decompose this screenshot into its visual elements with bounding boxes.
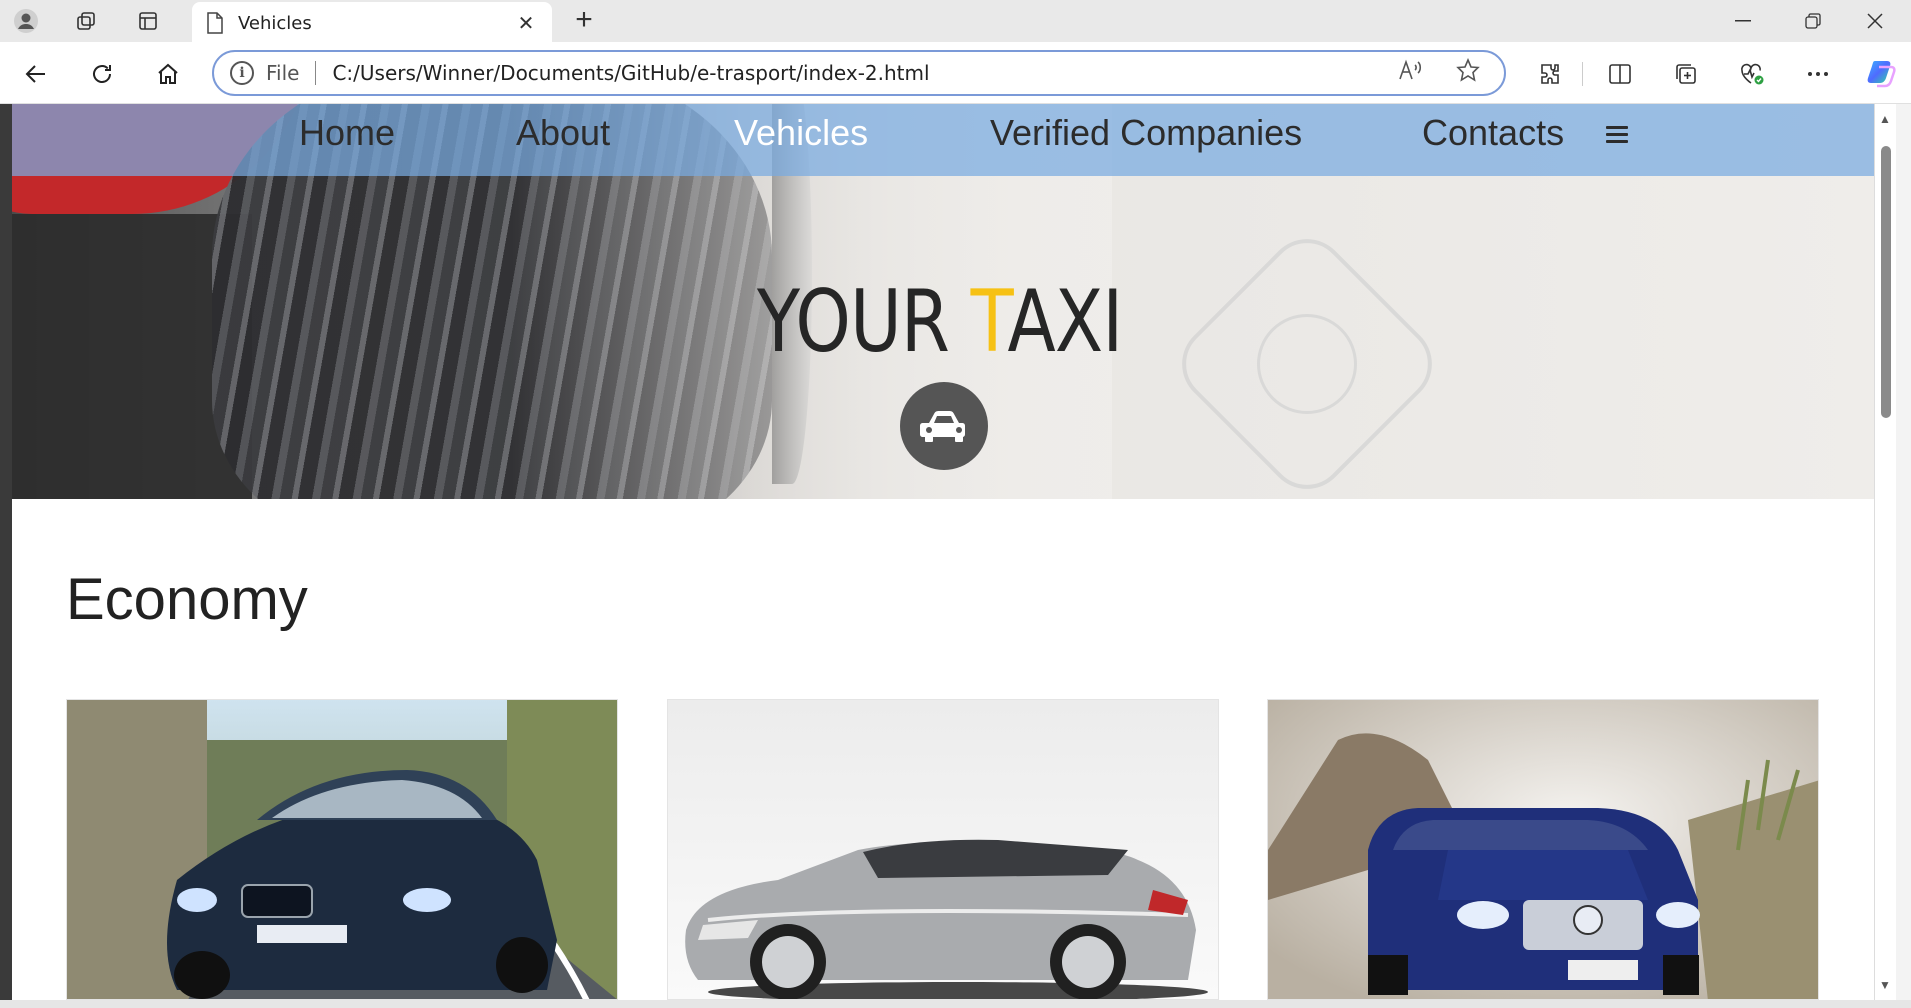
address-scheme: File — [266, 61, 300, 85]
scroll-down-arrow-icon[interactable]: ▼ — [1879, 978, 1891, 992]
reload-button[interactable] — [82, 54, 122, 94]
brand-suffix: AXI — [1007, 272, 1123, 372]
window-frame — [0, 104, 12, 1000]
hero-banner: Home About Vehicles Verified Companies C… — [12, 104, 1874, 499]
address-divider — [315, 61, 317, 85]
window-bottom-edge — [0, 1000, 1911, 1008]
nav-about[interactable]: About — [516, 112, 610, 154]
page-viewport: Home About Vehicles Verified Companies C… — [12, 104, 1874, 1000]
brand-accent-letter: T — [970, 272, 1009, 372]
nav-verified-companies[interactable]: Verified Companies — [990, 112, 1302, 154]
vehicle-card-3[interactable] — [1267, 699, 1819, 1000]
more-options-icon[interactable] — [1798, 56, 1838, 92]
profile-icon[interactable] — [8, 6, 44, 36]
menu-hamburger-icon[interactable] — [1606, 122, 1628, 148]
close-window-button[interactable] — [1840, 0, 1910, 42]
tab-title: Vehicles — [238, 12, 312, 34]
address-bar[interactable]: i File C:/Users/Winner/Documents/GitHub/… — [212, 50, 1506, 96]
page-icon — [207, 12, 223, 34]
dark-blue-estate-car-image — [67, 700, 617, 999]
home-button[interactable] — [148, 54, 188, 94]
site-info-icon[interactable]: i — [230, 61, 254, 85]
new-tab-button[interactable]: + — [568, 4, 600, 36]
extensions-icon[interactable] — [1530, 56, 1570, 92]
main-nav: Home About Vehicles Verified Companies C… — [12, 104, 1874, 176]
scrollbar-thumb[interactable] — [1881, 146, 1891, 418]
browser-essentials-icon[interactable] — [1732, 56, 1772, 92]
tab-actions-icon[interactable] — [130, 6, 166, 36]
car-badge-icon — [900, 382, 988, 470]
restore-button[interactable] — [1778, 0, 1848, 42]
close-tab-icon[interactable]: ✕ — [514, 11, 538, 36]
section-title-economy: Economy — [66, 567, 308, 632]
nav-contacts[interactable]: Contacts — [1422, 112, 1564, 154]
scroll-up-arrow-icon[interactable]: ▲ — [1879, 112, 1891, 126]
page-scrollbar[interactable]: ▲ ▼ — [1874, 104, 1896, 1000]
watermark-circle — [1257, 314, 1357, 414]
browser-tab-bar: Vehicles ✕ + — [0, 0, 1911, 44]
minimize-button[interactable] — [1708, 0, 1778, 42]
back-button[interactable] — [16, 54, 56, 94]
browser-toolbar: i File C:/Users/Winner/Documents/GitHub/… — [0, 42, 1911, 104]
collections-icon[interactable] — [1666, 56, 1706, 92]
nav-vehicles[interactable]: Vehicles — [734, 112, 868, 154]
vehicle-card-1[interactable] — [66, 699, 618, 1000]
brand-prefix: YOUR — [757, 272, 971, 372]
split-screen-icon[interactable] — [1600, 56, 1640, 92]
blue-suv-image — [1268, 700, 1818, 999]
vehicle-card-2[interactable] — [667, 699, 1219, 1000]
silver-sport-wagon-image — [668, 700, 1218, 999]
url-text[interactable]: C:/Users/Winner/Documents/GitHub/e-trasp… — [332, 61, 1390, 85]
tab-vehicles[interactable]: Vehicles ✕ — [192, 2, 552, 44]
toolbar-divider — [1582, 62, 1583, 86]
favorite-star-icon[interactable] — [1448, 57, 1488, 88]
brand-logo-text: YOUR TAXI — [757, 272, 1123, 372]
copilot-icon[interactable] — [1862, 56, 1902, 92]
read-aloud-icon[interactable] — [1390, 59, 1430, 87]
workspaces-icon[interactable] — [68, 6, 104, 36]
nav-home[interactable]: Home — [299, 112, 395, 154]
